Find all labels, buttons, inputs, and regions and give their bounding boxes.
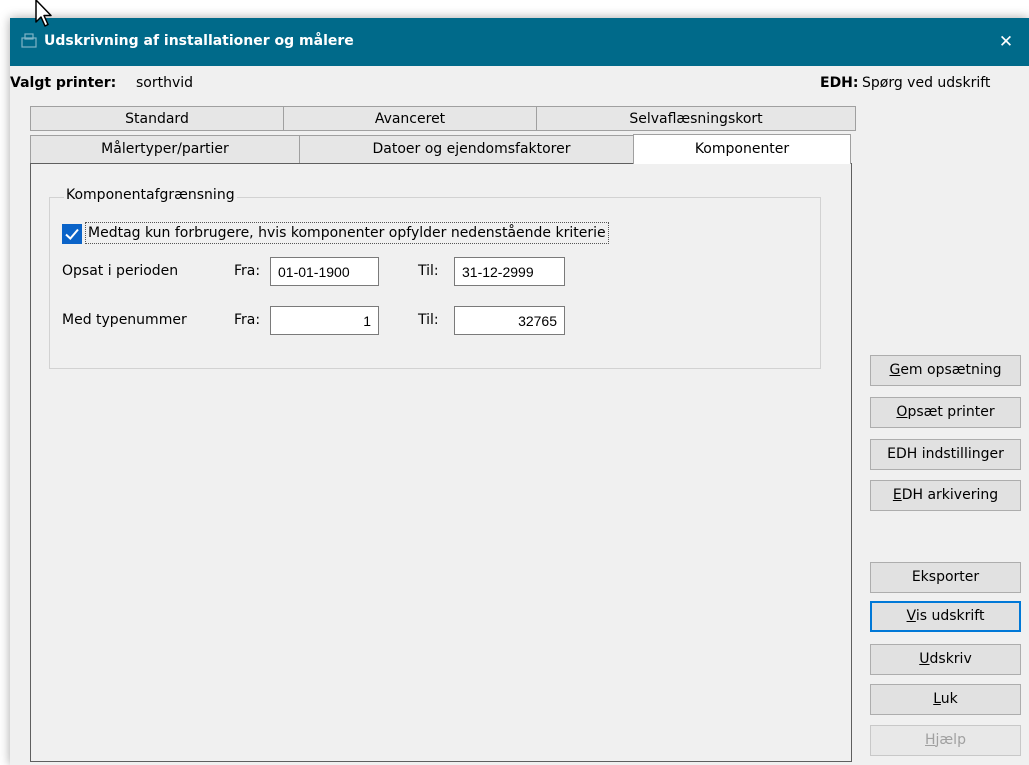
typenummer-to-input[interactable] bbox=[454, 306, 565, 335]
window-title: Udskrivning af installationer og målere bbox=[44, 33, 354, 49]
group-legend: Komponentafgrænsning bbox=[64, 187, 237, 203]
edh-ark-label: DH arkivering bbox=[901, 487, 999, 503]
typenummer-from-input[interactable] bbox=[270, 306, 379, 335]
opsaet-printer-button[interactable]: Opsæt printer bbox=[870, 397, 1021, 428]
title-bar[interactable]: Udskrivning af installationer og målere … bbox=[10, 18, 1029, 66]
mouse-cursor-icon bbox=[34, 0, 56, 28]
luk-mnemonic: L bbox=[933, 691, 941, 707]
vis-mnemonic: V bbox=[906, 608, 916, 624]
group-komponentafgraensning: Komponentafgrænsning Medtag kun forbruge… bbox=[49, 187, 821, 369]
print-dialog-window: Udskrivning af installationer og målere … bbox=[10, 18, 1029, 765]
opsaet-mnemonic: O bbox=[896, 404, 908, 420]
edh-ark-mnemonic: E bbox=[892, 487, 902, 503]
app-icon bbox=[20, 32, 38, 50]
edh-label: EDH: bbox=[820, 75, 859, 91]
criteria-checkbox[interactable] bbox=[62, 224, 82, 244]
hjaelp-mnemonic: H bbox=[925, 732, 936, 748]
eksporter-label: Eksporter bbox=[911, 569, 980, 585]
typenummer-to-label: Til: bbox=[418, 312, 439, 328]
close-button[interactable]: ✕ bbox=[983, 18, 1029, 66]
gem-mnemonic: G bbox=[889, 362, 901, 378]
printer-value: sorthvid bbox=[136, 75, 194, 91]
tab-avanceret[interactable]: Avanceret bbox=[283, 106, 537, 131]
gem-label: em opsætning bbox=[900, 362, 1002, 378]
tab-standard[interactable]: Standard bbox=[30, 106, 284, 131]
period-from-label: Fra: bbox=[234, 263, 261, 279]
tab-selvaflaesningskort[interactable]: Selvaflæsningskort bbox=[536, 106, 856, 131]
hjaelp-label: jælp bbox=[935, 732, 966, 748]
criteria-checkbox-label[interactable]: Medtag kun forbrugere, hvis komponenter … bbox=[85, 222, 609, 244]
dialog-body: Valgt printer: sorthvid EDH: Spørg ved u… bbox=[10, 66, 1029, 765]
tab-maalertyper-partier[interactable]: Målertyper/partier bbox=[30, 135, 300, 164]
period-label: Opsat i perioden bbox=[62, 263, 179, 279]
luk-button[interactable]: Luk bbox=[870, 684, 1021, 715]
udskriv-mnemonic: U bbox=[919, 651, 930, 667]
edh-indstillinger-button[interactable]: EDH indstillinger bbox=[870, 439, 1021, 470]
udskriv-label: dskriv bbox=[929, 651, 972, 667]
typenummer-label: Med typenummer bbox=[62, 312, 187, 328]
tab-komponenter[interactable]: Komponenter bbox=[633, 134, 851, 164]
udskriv-button[interactable]: Udskriv bbox=[870, 644, 1021, 675]
checkmark-icon bbox=[65, 228, 79, 240]
close-icon: ✕ bbox=[998, 32, 1014, 52]
period-to-label: Til: bbox=[418, 263, 439, 279]
luk-label: uk bbox=[940, 691, 958, 707]
edh-value: Spørg ved udskrift bbox=[862, 75, 991, 91]
opsaet-label: psæt printer bbox=[907, 404, 995, 420]
printer-label: Valgt printer: bbox=[10, 75, 117, 91]
eksporter-button[interactable]: Eksporter bbox=[870, 562, 1021, 593]
typenummer-from-label: Fra: bbox=[234, 312, 261, 328]
edh-indstillinger-label: EDH indstillinger bbox=[887, 446, 1004, 462]
gem-opsaetning-button[interactable]: Gem opsætning bbox=[870, 355, 1021, 386]
tab-panel-komponenter: Komponentafgrænsning Medtag kun forbruge… bbox=[30, 163, 852, 762]
tab-datoer-ejendomsfaktorer[interactable]: Datoer og ejendomsfaktorer bbox=[299, 135, 644, 164]
vis-udskrift-button[interactable]: Vis udskrift bbox=[870, 601, 1021, 632]
vis-label: is udskrift bbox=[915, 608, 985, 624]
period-to-input[interactable] bbox=[454, 257, 565, 286]
edh-arkivering-button[interactable]: EDH arkivering bbox=[870, 480, 1021, 511]
period-from-input[interactable] bbox=[270, 257, 379, 286]
hjaelp-button: Hjælp bbox=[870, 725, 1021, 756]
